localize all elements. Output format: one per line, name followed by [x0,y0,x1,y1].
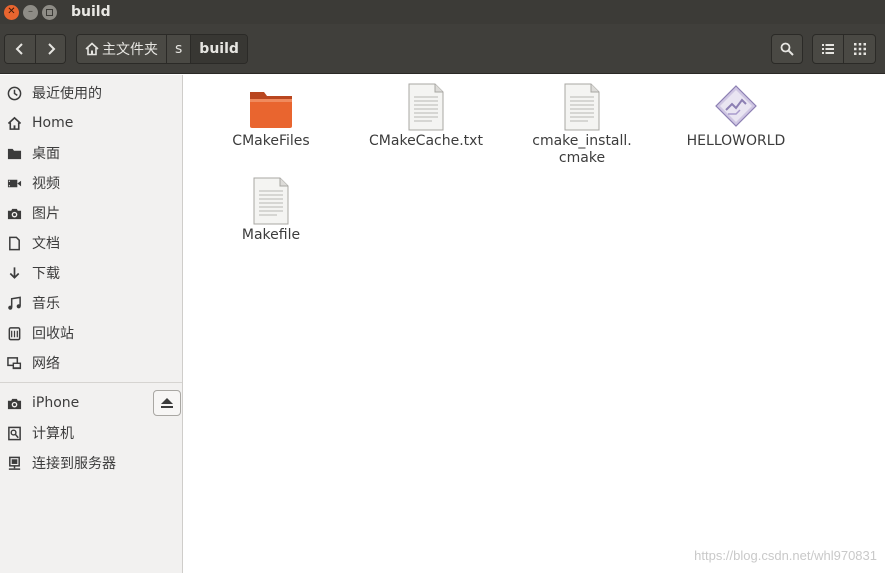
sidebar-item-computer[interactable]: 计算机 [0,418,182,448]
path-bar: 主文件夹 s build [76,34,248,64]
sidebar-item-trash[interactable]: 回收站 [0,318,182,348]
sidebar-item-label: 回收站 [32,326,74,342]
back-button[interactable] [5,35,35,63]
sidebar-divider [0,382,182,383]
title-bar: ✕ – build [0,0,885,24]
sidebar-item-connect-server[interactable]: 连接到服务器 [0,448,182,478]
desktop-folder-icon [7,148,21,159]
video-icon [7,179,21,187]
sidebar-item-label: 图片 [32,206,60,222]
breadcrumb-label: build [199,41,239,57]
sidebar-item-label: 连接到服务器 [32,456,116,472]
file-item-cmakefiles[interactable]: CMakeFiles [206,83,336,150]
eject-icon [161,398,173,408]
sidebar-item-documents[interactable]: 文档 [0,228,182,258]
sidebar-item-label: 视频 [32,176,60,192]
file-view: CMakeFiles CMakeCache.txt cmake_install.… [187,75,885,573]
file-name: Makefile [241,227,301,243]
chevron-right-icon [47,43,55,55]
list-view-icon [822,44,834,54]
home-icon [7,116,21,130]
sidebar-item-desktop[interactable]: 桌面 [0,138,182,168]
sidebar-item-label: 桌面 [32,146,60,162]
sidebar-item-label: 最近使用的 [32,86,102,102]
eject-button[interactable] [153,390,181,416]
file-item-helloworld[interactable]: HELLOWORLD [671,83,801,150]
download-icon [9,266,19,279]
maximize-icon [46,8,53,16]
sidebar-item-label: Home [32,115,74,131]
sidebar-item-label: 计算机 [32,426,74,442]
file-item-makefile[interactable]: Makefile [206,177,336,244]
text-file-icon [408,83,444,131]
close-icon: ✕ [7,6,16,17]
search-button[interactable] [771,34,803,64]
home-icon [85,42,99,56]
trash-icon [8,326,20,340]
sidebar-item-label: 网络 [32,356,60,372]
network-icon [6,356,21,369]
sidebar-item-pictures[interactable]: 图片 [0,198,182,228]
search-group [771,34,803,64]
computer-icon [7,426,21,440]
file-name: HELLOWORLD [686,133,786,149]
sidebar-item-network[interactable]: 网络 [0,348,182,378]
chevron-left-icon [15,43,23,55]
breadcrumb-label: s [175,41,183,57]
server-icon [8,456,20,470]
sidebar-item-downloads[interactable]: 下载 [0,258,182,288]
minimize-window-button[interactable]: – [23,4,38,20]
window-title: build [71,4,111,20]
executable-icon [715,85,757,127]
document-icon [8,236,20,250]
file-name: CMakeFiles [232,133,310,149]
sidebar-item-label: iPhone [32,395,80,411]
forward-button[interactable] [35,35,65,63]
file-name: cmake_install. cmake [532,133,632,166]
sidebar-item-label: 下载 [32,266,60,282]
sidebar-item-music[interactable]: 音乐 [0,288,182,318]
sidebar-item-label: 音乐 [32,296,60,312]
file-name: CMakeCache.txt [369,133,483,149]
text-file-icon [564,83,600,131]
grid-view-icon [853,43,866,55]
camera-icon [7,398,21,409]
list-view-button[interactable] [812,34,844,64]
folder-icon [250,92,292,128]
search-icon [780,42,794,56]
file-item-cmake-install[interactable]: cmake_install. cmake [517,83,647,167]
recent-icon [7,86,21,100]
maximize-window-button[interactable] [42,4,57,20]
sidebar-item-recent[interactable]: 最近使用的 [0,78,182,108]
minimize-icon: – [28,6,33,17]
sidebar-item-videos[interactable]: 视频 [0,168,182,198]
music-icon [7,296,21,310]
sidebar-item-home[interactable]: Home [0,108,182,138]
view-toggle-group [812,34,876,64]
sidebar-item-label: 文档 [32,236,60,252]
breadcrumb-build[interactable]: build [190,35,247,63]
breadcrumb-s[interactable]: s [166,35,191,63]
sidebar: 最近使用的 Home 桌面 视频 图片 文档 下载 音乐 回收站 网络 iPho… [0,75,183,573]
navigation-group [4,34,66,64]
file-item-cmakecache[interactable]: CMakeCache.txt [361,83,491,150]
text-file-icon [253,177,289,225]
watermark: https://blog.csdn.net/whl970831 [694,548,877,563]
breadcrumb-home[interactable]: 主文件夹 [77,35,166,63]
close-window-button[interactable]: ✕ [4,4,19,20]
grid-view-button[interactable] [844,34,876,64]
camera-icon [7,208,21,219]
header-bar: 主文件夹 s build [0,24,885,74]
breadcrumb-label: 主文件夹 [102,42,158,58]
